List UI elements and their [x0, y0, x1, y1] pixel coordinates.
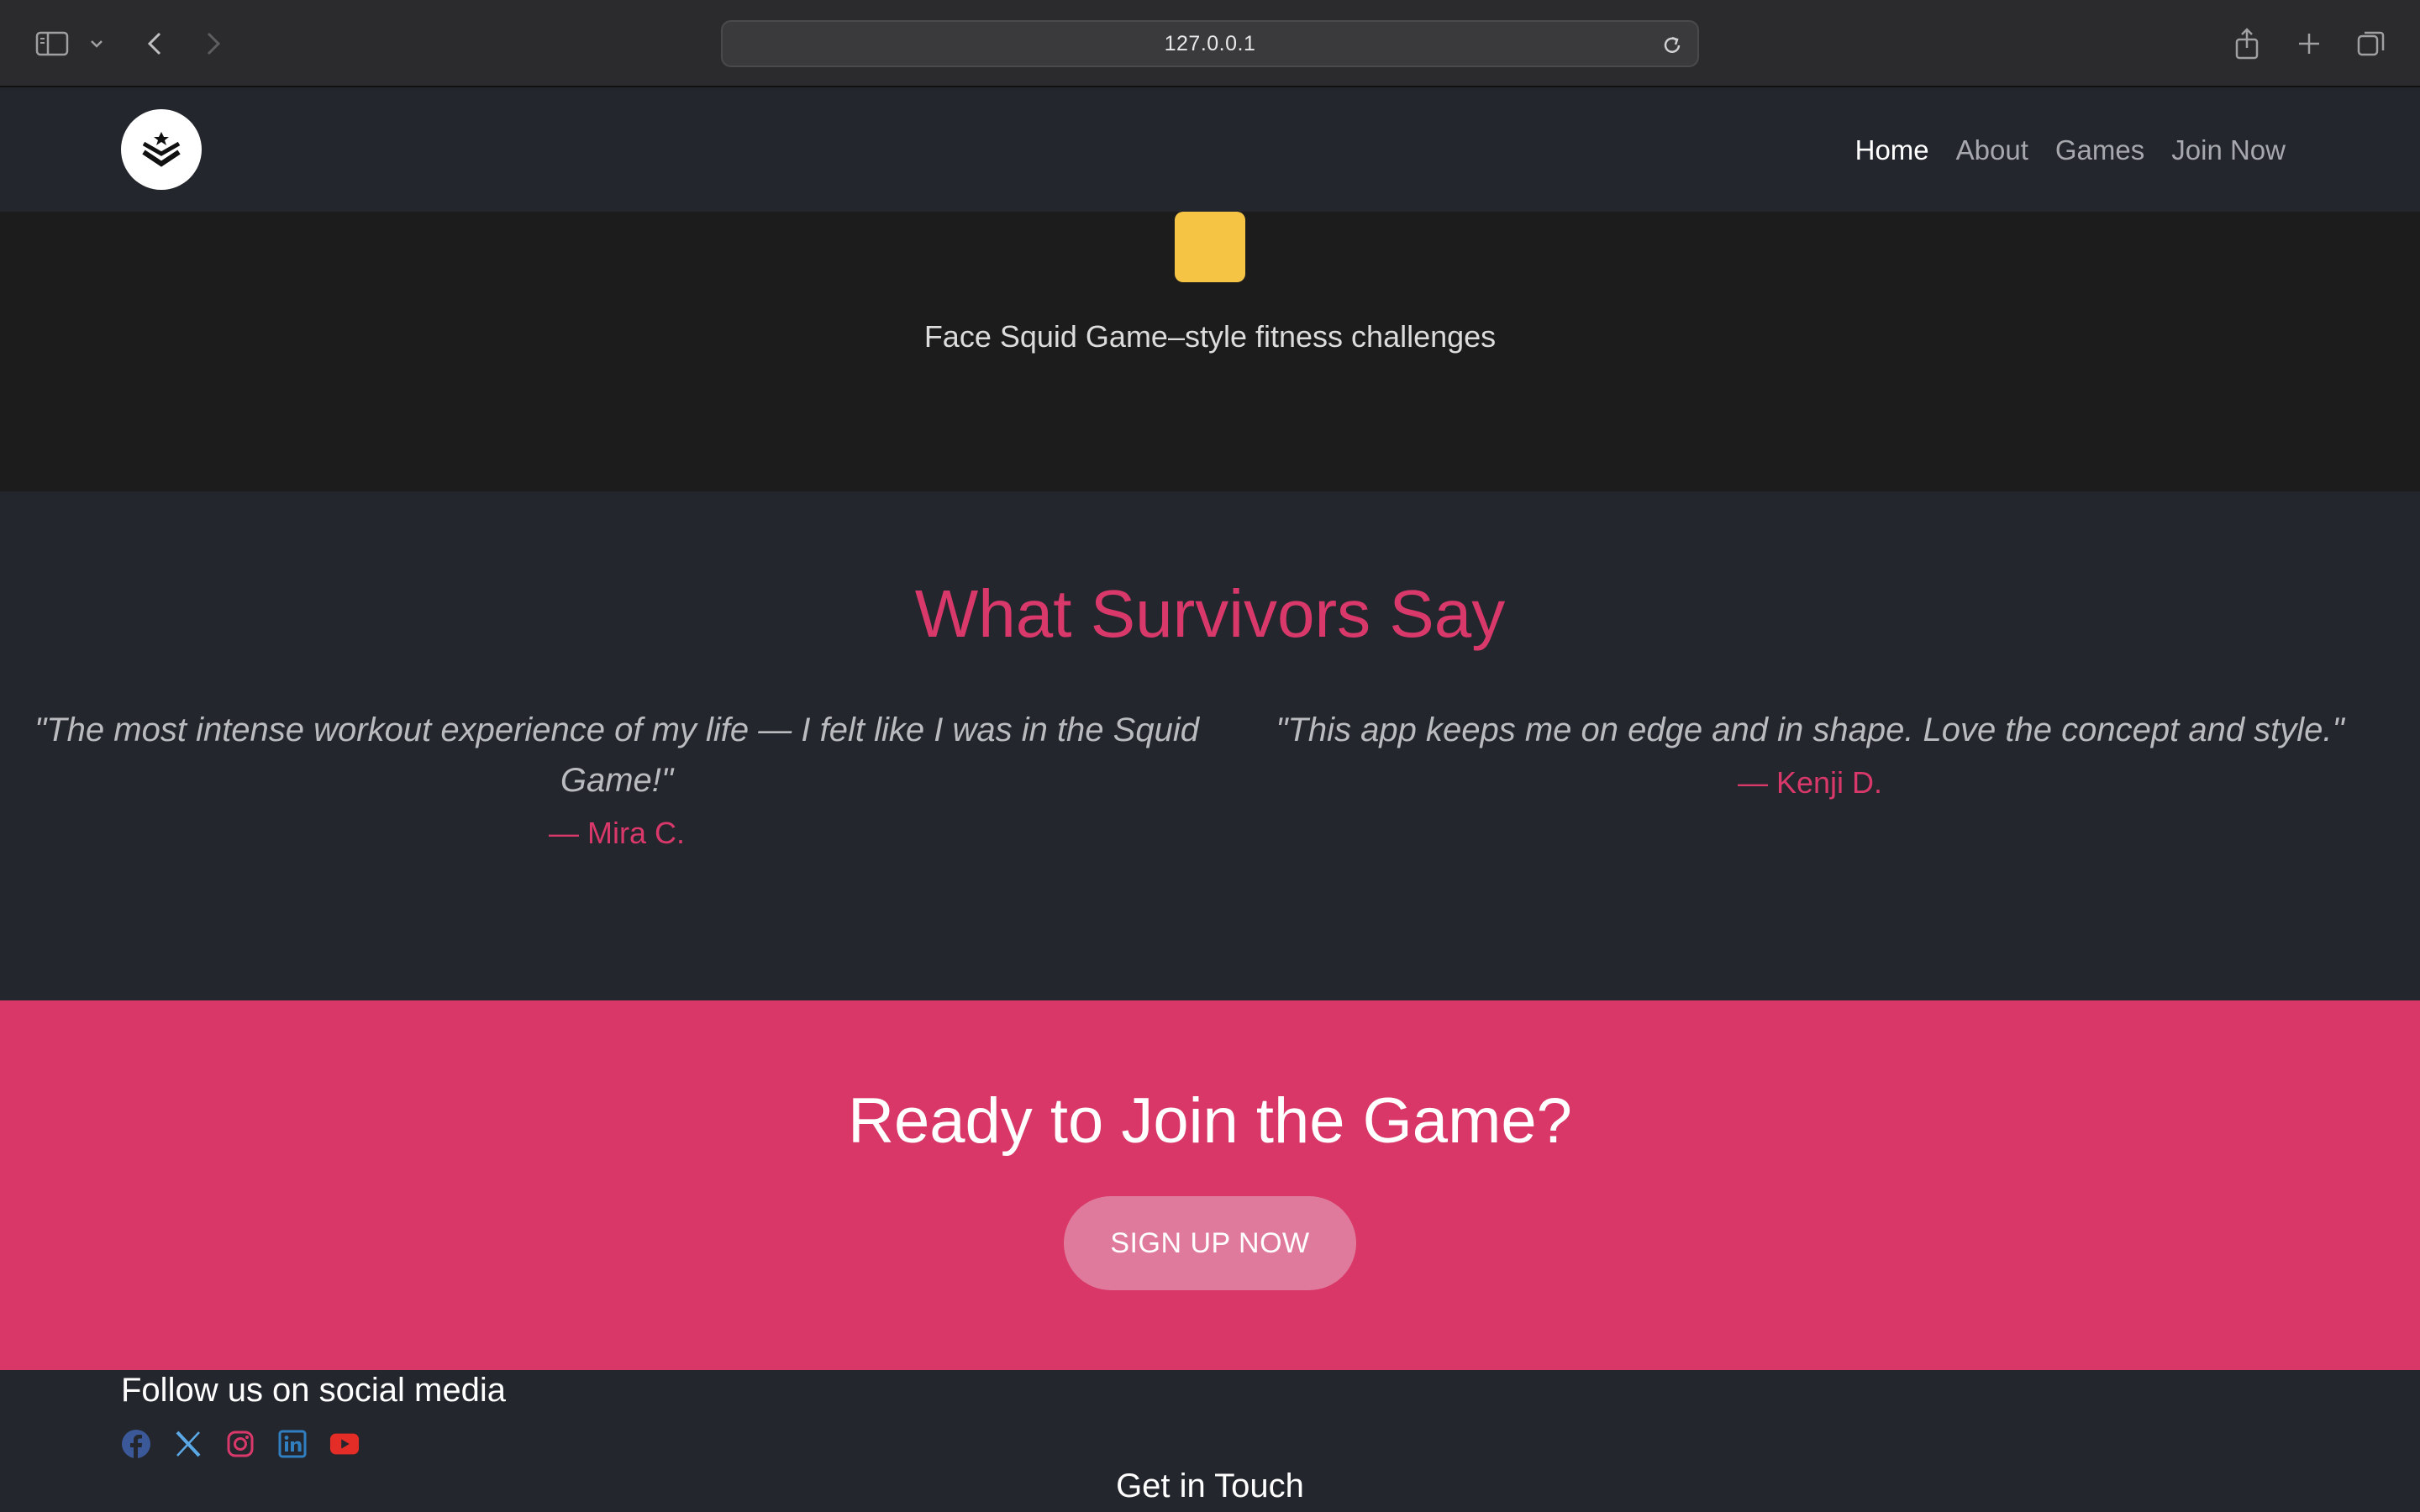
hero-section: Face Squid Game–style fitness challenges	[0, 212, 2420, 491]
nav-games-link[interactable]: Games	[2055, 134, 2144, 166]
nav-links: Home About Games Join Now	[1855, 134, 2286, 166]
testimonial-card: "The most intense workout experience of …	[20, 705, 1213, 851]
url-text: 127.0.0.1	[1164, 31, 1256, 55]
address-bar[interactable]: 127.0.0.1	[721, 20, 1699, 67]
linkedin-icon[interactable]	[277, 1429, 308, 1459]
testimonial-quote: "The most intense workout experience of …	[34, 711, 1199, 799]
nav-join-now-link[interactable]: Join Now	[2171, 134, 2286, 166]
hero-accent-square	[1175, 212, 1245, 282]
follow-title: Follow us on social media	[121, 1372, 506, 1409]
testimonials-section: What Survivors Say "The most intense wor…	[0, 491, 2420, 1000]
browser-toolbar: 127.0.0.1	[0, 0, 2420, 87]
sign-up-button[interactable]: SIGN UP NOW	[1064, 1196, 1356, 1290]
site-footer: Follow us on social media Get in Touch	[0, 1370, 2420, 1512]
testimonial-author: — Mira C.	[549, 816, 685, 850]
back-icon[interactable]	[133, 22, 176, 66]
instagram-icon[interactable]	[225, 1429, 255, 1459]
cta-title: Ready to Join the Game?	[848, 1085, 1572, 1157]
site-navbar: Home About Games Join Now	[0, 89, 2420, 212]
facebook-icon[interactable]	[121, 1429, 151, 1459]
hero-tagline: Face Squid Game–style fitness challenges	[923, 319, 1497, 354]
testimonial-author: — Kenji D.	[1737, 765, 1883, 800]
contact-title: Get in Touch	[1116, 1467, 1304, 1504]
new-tab-icon[interactable]	[2287, 22, 2331, 66]
tab-overview-icon[interactable]	[2349, 22, 2393, 66]
sidebar-toggle-icon[interactable]	[30, 22, 74, 66]
cta-section: Ready to Join the Game? SIGN UP NOW	[0, 1000, 2420, 1370]
chevron-down-icon[interactable]	[79, 22, 114, 66]
nav-about-link[interactable]: About	[1956, 134, 2028, 166]
share-icon[interactable]	[2225, 22, 2269, 66]
site-logo[interactable]	[121, 109, 202, 190]
nav-home-link[interactable]: Home	[1855, 134, 1929, 166]
social-links	[121, 1429, 360, 1459]
testimonials-title: What Survivors Say	[914, 576, 1506, 651]
x-icon[interactable]	[173, 1429, 203, 1459]
youtube-icon[interactable]	[329, 1429, 360, 1459]
reload-icon[interactable]	[1659, 32, 1686, 59]
testimonial-quote: "This app keeps me on edge and in shape.…	[1276, 711, 2344, 748]
forward-icon[interactable]	[192, 22, 235, 66]
testimonial-card: "This app keeps me on edge and in shape.…	[1213, 705, 2407, 801]
logo-chevrons-icon	[142, 132, 181, 167]
